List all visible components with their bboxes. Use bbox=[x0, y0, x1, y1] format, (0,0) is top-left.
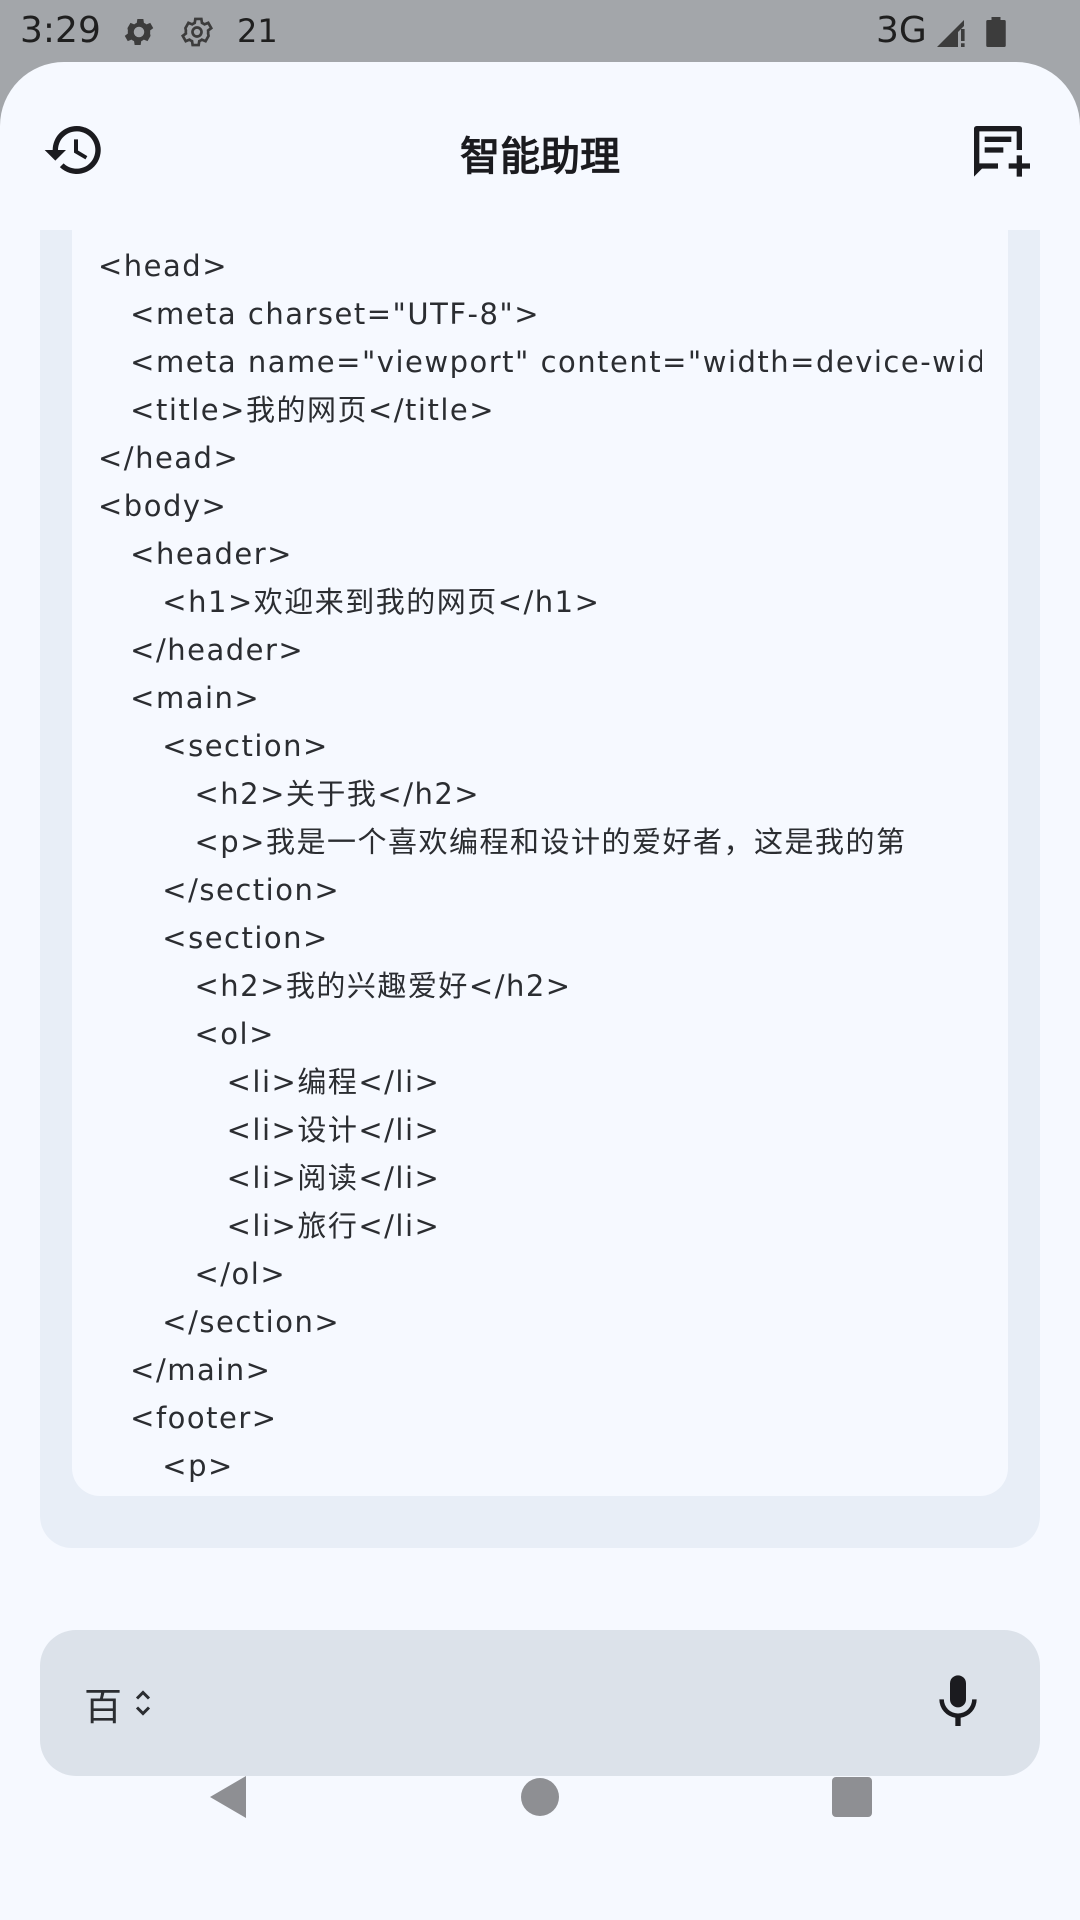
code-line: </ol> bbox=[98, 1257, 287, 1291]
code-line: <li>编程</li> bbox=[98, 1065, 441, 1099]
code-line: <section> bbox=[98, 729, 329, 763]
network-type: 3G bbox=[876, 10, 927, 51]
code-line: <header> bbox=[98, 537, 293, 571]
code-block[interactable]: <head> <meta charset="UTF-8"> <meta name… bbox=[72, 230, 1008, 1496]
signal-icon bbox=[937, 20, 965, 47]
code-line: <head> bbox=[98, 249, 228, 283]
code-line: </section> bbox=[98, 873, 341, 907]
code-line: </main> bbox=[98, 1353, 272, 1387]
voice-input-button[interactable] bbox=[926, 1670, 990, 1734]
code-line: <li>设计</li> bbox=[98, 1113, 441, 1147]
model-label: 百 bbox=[84, 1684, 123, 1729]
code-line: </section> bbox=[98, 1305, 341, 1339]
code-line: </head> bbox=[98, 441, 240, 475]
code-line: <footer> bbox=[98, 1401, 278, 1435]
code-line: <h2>关于我</h2> bbox=[98, 777, 481, 811]
recents-icon[interactable] bbox=[832, 1777, 872, 1817]
code-line: <p>我是一个喜欢编程和设计的爱好者，这是我的第 bbox=[98, 825, 907, 859]
code-line: <meta name="viewport" content="width=dev… bbox=[98, 345, 982, 379]
code-lines: <head> <meta charset="UTF-8"> <meta name… bbox=[98, 242, 982, 1490]
code-line: </header> bbox=[98, 633, 305, 667]
new-chat-button[interactable] bbox=[966, 118, 1030, 182]
status-time: 3:29 bbox=[20, 10, 101, 51]
notification-count: 21 bbox=[237, 12, 278, 50]
unfold-icon bbox=[135, 1690, 151, 1716]
microphone-icon bbox=[939, 1675, 977, 1726]
status-bar: 3:29 21 3G bbox=[0, 0, 1080, 64]
code-line: <h1>欢迎来到我的网页</h1> bbox=[98, 585, 601, 619]
assistant-sheet: 智能助理 <head> <meta charset="UTF-8"> <meta… bbox=[0, 62, 1080, 1920]
settings-gear-outline-icon bbox=[180, 17, 214, 47]
code-line: <li>旅行</li> bbox=[98, 1209, 441, 1243]
code-line: <p> bbox=[98, 1449, 234, 1483]
chat-input-bar[interactable]: 百 bbox=[40, 1630, 1040, 1776]
settings-gear-filled-icon bbox=[124, 18, 154, 46]
new-chat-icon bbox=[974, 126, 1030, 177]
code-line: <main> bbox=[98, 681, 261, 715]
code-line: <meta charset="UTF-8"> bbox=[98, 297, 541, 331]
back-icon[interactable] bbox=[206, 1774, 248, 1820]
code-line: <h2>我的兴趣爱好</h2> bbox=[98, 969, 572, 1003]
model-picker[interactable]: 百 bbox=[84, 1674, 152, 1732]
code-line: <li>阅读</li> bbox=[98, 1161, 441, 1195]
code-line: <section> bbox=[98, 921, 329, 955]
battery-icon bbox=[986, 17, 1006, 47]
assistant-message-bubble: <head> <meta charset="UTF-8"> <meta name… bbox=[40, 230, 1040, 1548]
page-title: 智能助理 bbox=[460, 134, 620, 180]
code-line: <title>我的网页</title> bbox=[98, 393, 496, 427]
code-line: <body> bbox=[98, 489, 228, 523]
code-line: <ol> bbox=[98, 1017, 275, 1051]
home-icon[interactable] bbox=[521, 1778, 559, 1816]
